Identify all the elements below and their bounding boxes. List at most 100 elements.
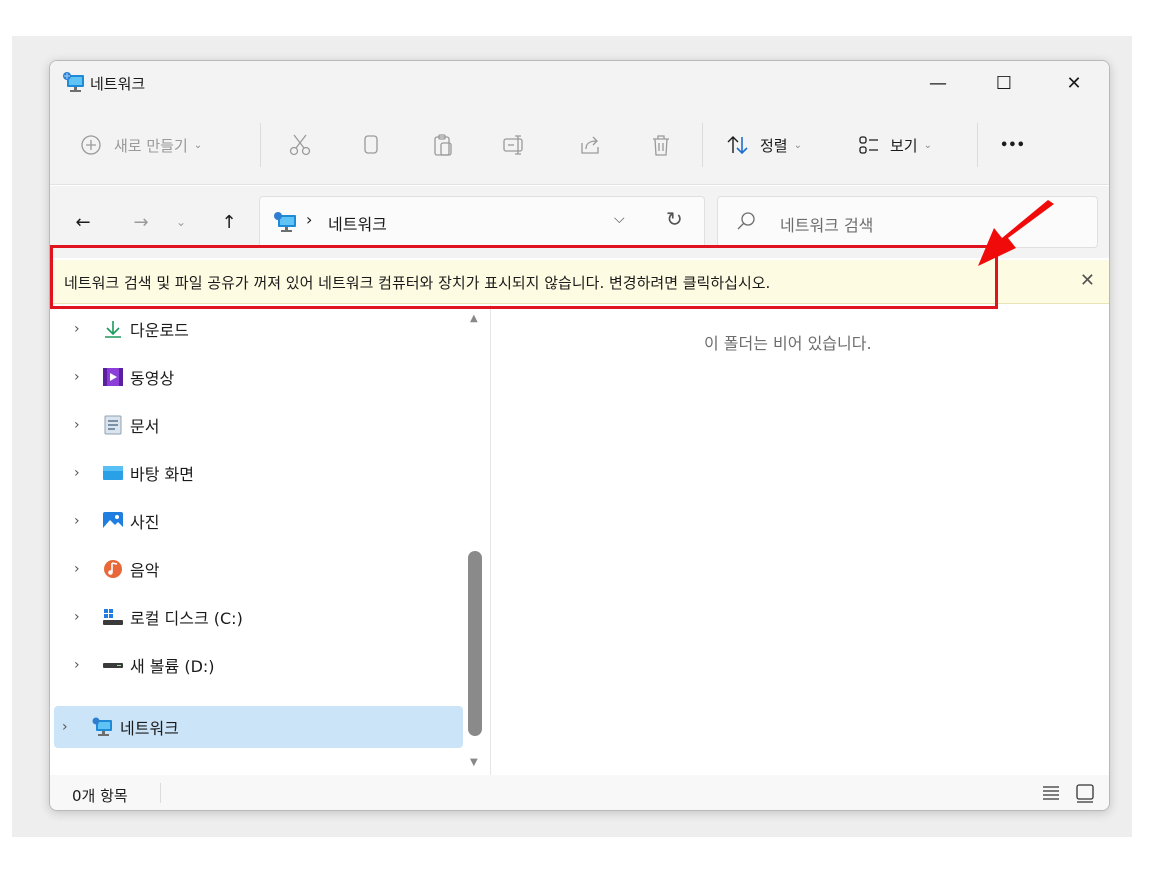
- refresh-icon[interactable]: ↻: [666, 207, 683, 231]
- pane-divider[interactable]: [490, 305, 491, 775]
- nav-item-pictures[interactable]: › 사진: [74, 501, 159, 541]
- empty-folder-message: 이 폴더는 비어 있습니다.: [704, 334, 872, 353]
- rename-icon: [503, 135, 523, 155]
- search-placeholder: 네트워크 검색: [780, 216, 874, 235]
- chevron-down-icon: ⌄: [793, 139, 802, 151]
- drive-icon: [103, 663, 123, 668]
- item-count: 0개 항목: [72, 787, 128, 805]
- close-button[interactable]: ✕: [1050, 61, 1098, 105]
- desktop-icon: [103, 466, 123, 480]
- forward-button[interactable]: →: [126, 204, 156, 240]
- nav-item-label: 바탕 화면: [130, 465, 194, 484]
- file-explorer-window: 네트워크 — ☐ ✕ 새로 만들기 ⌄ 정렬 ⌄ 보기 ⌄ ••• ← → ⌄ …: [49, 60, 1110, 811]
- more-options-button[interactable]: •••: [1000, 105, 1025, 185]
- nav-item-desktop[interactable]: › 바탕 화면: [74, 453, 194, 493]
- command-bar: 새로 만들기 ⌄ 정렬 ⌄ 보기 ⌄ •••: [50, 105, 1109, 185]
- rename-button[interactable]: [502, 105, 528, 185]
- view-label: 보기: [890, 136, 918, 155]
- search-icon: [737, 212, 755, 230]
- sort-icon: [727, 136, 748, 155]
- scissors-icon: [289, 134, 311, 156]
- minimize-button[interactable]: —: [914, 61, 962, 105]
- chevron-right-icon[interactable]: ›: [74, 657, 96, 673]
- toolbar-divider: [702, 123, 703, 167]
- paste-icon: [434, 134, 452, 156]
- local-disk-icon: [103, 609, 123, 625]
- chevron-right-icon[interactable]: ›: [74, 417, 96, 433]
- network-icon: [274, 212, 296, 232]
- address-bar[interactable]: › 네트워크 ⌵ ↻: [259, 196, 705, 248]
- status-bar: 0개 항목: [50, 775, 1109, 810]
- nav-item-label: 네트워크: [120, 719, 179, 738]
- chevron-right-icon[interactable]: ›: [74, 561, 96, 577]
- chevron-right-icon[interactable]: ›: [74, 369, 96, 385]
- arrow-right-icon: →: [133, 211, 149, 233]
- chevron-right-icon[interactable]: ›: [74, 321, 96, 337]
- copy-button[interactable]: [360, 105, 382, 185]
- window-title: 네트워크: [90, 75, 146, 93]
- toolbar-divider: [977, 123, 978, 167]
- view-icon: [859, 136, 878, 154]
- navigation-pane: › 다운로드 › 동영상 › 문서 › 바탕 화면 › 사진 › 음악 › 로컬…: [50, 305, 490, 775]
- pictures-icon: [103, 512, 123, 530]
- details-view-icon[interactable]: [1040, 783, 1062, 803]
- sort-label: 정렬: [760, 136, 788, 155]
- toolbar-divider: [260, 123, 261, 167]
- nav-item-new-volume-d[interactable]: › 새 볼륨 (D:): [74, 645, 215, 685]
- address-dropdown-icon[interactable]: ⌵: [614, 211, 625, 227]
- recent-locations-button[interactable]: ⌄: [166, 204, 196, 240]
- nav-item-label: 사진: [130, 513, 160, 532]
- large-icons-view-icon[interactable]: [1074, 783, 1096, 803]
- new-button[interactable]: 새로 만들기 ⌄: [80, 105, 202, 185]
- chevron-right-icon[interactable]: ›: [74, 465, 96, 481]
- network-icon: [92, 717, 112, 736]
- nav-item-downloads[interactable]: › 다운로드: [74, 309, 189, 349]
- delete-button[interactable]: [650, 105, 672, 185]
- nav-item-label: 로컬 디스크 (C:): [130, 609, 243, 628]
- share-button[interactable]: [578, 105, 602, 185]
- share-icon: [581, 136, 599, 154]
- scroll-up-arrow-icon[interactable]: ▲: [470, 313, 478, 324]
- network-icon: [63, 72, 84, 92]
- cut-button[interactable]: [288, 105, 312, 185]
- scroll-down-arrow-icon[interactable]: ▼: [470, 757, 478, 768]
- nav-item-label: 음악: [130, 561, 160, 580]
- arrow-up-icon: ↑: [221, 211, 237, 233]
- new-label: 새로 만들기: [114, 136, 188, 155]
- ellipsis-icon: •••: [1000, 137, 1025, 153]
- trash-icon: [653, 135, 669, 156]
- breadcrumb-network[interactable]: 네트워크: [328, 211, 387, 235]
- title-bar: 네트워크 — ☐ ✕: [50, 61, 1109, 105]
- sort-button[interactable]: 정렬 ⌄: [726, 105, 802, 185]
- highlight-annotation-box: [50, 245, 998, 309]
- arrow-left-icon: ←: [75, 211, 91, 233]
- maximize-button[interactable]: ☐: [980, 61, 1028, 105]
- paste-button[interactable]: [432, 105, 456, 185]
- infobar-close-button[interactable]: ✕: [1080, 270, 1095, 291]
- videos-icon: [103, 368, 123, 386]
- view-button[interactable]: 보기 ⌄: [858, 105, 932, 185]
- nav-item-local-disk-c[interactable]: › 로컬 디스크 (C:): [74, 597, 243, 637]
- breadcrumb-separator: ›: [306, 210, 313, 229]
- copy-icon: [364, 135, 378, 154]
- nav-item-label: 새 볼륨 (D:): [130, 657, 215, 676]
- nav-item-label: 다운로드: [130, 321, 189, 340]
- nav-item-network[interactable]: › 네트워크: [62, 707, 179, 747]
- chevron-right-icon[interactable]: ›: [62, 719, 84, 735]
- download-icon: [105, 321, 121, 338]
- nav-item-music[interactable]: › 음악: [74, 549, 159, 589]
- nav-item-videos[interactable]: › 동영상: [74, 357, 174, 397]
- chevron-down-icon: ⌄: [193, 139, 203, 151]
- up-button[interactable]: ↑: [214, 204, 244, 240]
- chevron-right-icon[interactable]: ›: [74, 609, 96, 625]
- add-icon: [81, 135, 101, 155]
- chevron-right-icon[interactable]: ›: [74, 513, 96, 529]
- documents-icon: [104, 415, 122, 435]
- nav-item-documents[interactable]: › 문서: [74, 405, 159, 445]
- nav-item-label: 문서: [130, 417, 160, 436]
- status-divider: [160, 783, 161, 803]
- scrollbar-thumb[interactable]: [468, 551, 482, 736]
- back-button[interactable]: ←: [68, 204, 98, 240]
- nav-item-label: 동영상: [130, 369, 175, 388]
- chevron-down-icon: ⌄: [175, 215, 187, 229]
